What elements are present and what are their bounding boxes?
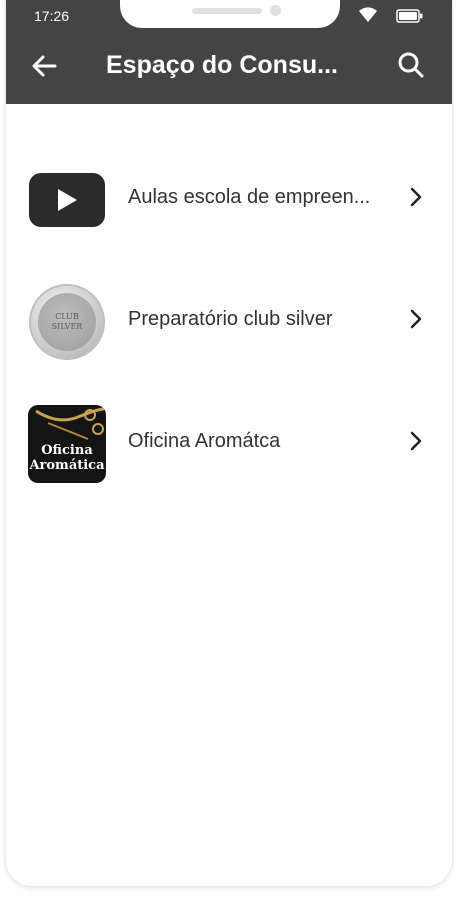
- scissors-decoration-icon: [35, 407, 105, 440]
- logo-text-line: Aromática: [29, 458, 105, 473]
- logo-text-line: Oficina: [41, 443, 93, 458]
- search-button[interactable]: [394, 50, 428, 84]
- oficina-aromatica-logo: Oficina Aromática: [28, 405, 106, 483]
- status-time: 17:26: [34, 8, 70, 24]
- phone-notch: [120, 0, 340, 28]
- list-item-label: Oficina Aromátca: [128, 430, 281, 452]
- badge-text-line: CLUB: [55, 312, 79, 321]
- list-item[interactable]: Aulas escola de empreen...: [6, 148, 452, 270]
- list-item-thumbnail: [28, 161, 106, 239]
- wifi-icon: [358, 7, 378, 28]
- list-item-label: Aulas escola de empreen...: [128, 186, 371, 208]
- list-item[interactable]: CLUB SILVER Preparatório club silver: [6, 270, 452, 392]
- search-icon: [397, 51, 425, 84]
- content-list: Aulas escola de empreen... CLUB SILVER P…: [6, 148, 452, 514]
- list-item-thumbnail: CLUB SILVER: [28, 283, 106, 361]
- speaker-grille: [192, 8, 262, 14]
- chevron-right-icon: [408, 430, 424, 457]
- list-item-label: Preparatório club silver: [128, 308, 333, 330]
- battery-icon: [396, 9, 424, 28]
- page-title: Espaço do Consu...: [106, 51, 338, 79]
- badge-text-line: SILVER: [51, 322, 83, 331]
- list-item[interactable]: Oficina Aromática Oficina Aromátca: [6, 392, 452, 514]
- youtube-play-icon: [29, 173, 105, 227]
- club-silver-badge: CLUB SILVER: [31, 286, 103, 358]
- back-button[interactable]: [28, 52, 60, 84]
- phone-frame: 17:26 Espaço do Consu... Aulas escola de…: [6, 0, 452, 886]
- list-item-thumbnail: Oficina Aromática: [28, 405, 106, 483]
- front-camera: [270, 5, 281, 16]
- chevron-right-icon: [408, 308, 424, 335]
- chevron-right-icon: [408, 186, 424, 213]
- arrow-left-icon: [31, 54, 57, 83]
- app-bar: 17:26 Espaço do Consu...: [6, 0, 452, 104]
